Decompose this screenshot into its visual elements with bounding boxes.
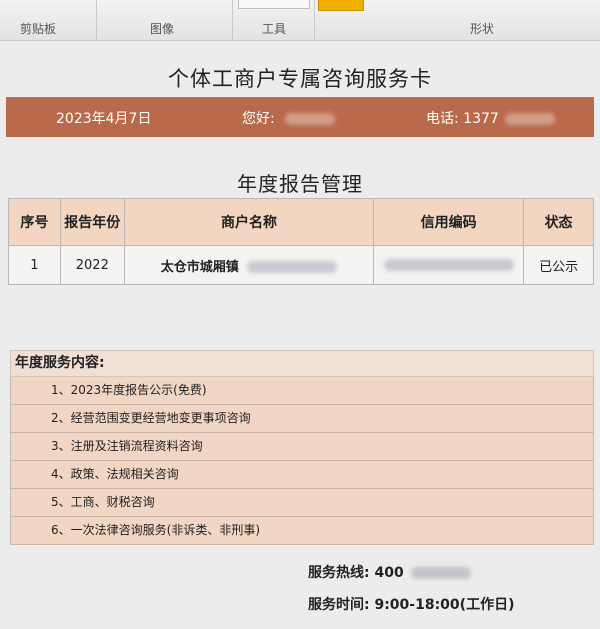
service-hotline: 服务热线: 400	[308, 562, 471, 582]
banner-phone-label: 电话:	[426, 111, 459, 127]
redacted-hotline	[410, 567, 471, 579]
ribbon-separator	[96, 0, 97, 40]
ribbon-group-image[interactable]: 图像	[150, 20, 174, 37]
banner-date: 2023年4月7日	[56, 111, 152, 127]
service-item: 1、2023年度报告公示(免费)	[10, 377, 594, 405]
table-row[interactable]: 1 2022 太仓市城厢镇 已公示	[8, 245, 594, 285]
col-header-name: 商户名称	[123, 198, 375, 246]
banner-greeting-label: 您好:	[242, 111, 275, 127]
report-section-title: 年度报告管理	[237, 172, 363, 196]
col-header-credit-code: 信用编码	[373, 198, 525, 246]
merchant-name-text: 太仓市城厢镇	[160, 259, 239, 275]
ribbon-control[interactable]	[238, 0, 310, 9]
service-item: 4、政策、法规相关咨询	[10, 461, 594, 489]
ribbon-highlighted-button[interactable]	[318, 0, 364, 11]
service-item: 6、一次法律咨询服务(非诉类、非刑事)	[10, 517, 594, 545]
card-title: 个体工商户专属咨询服务卡	[168, 67, 432, 91]
banner-phone: 电话: 1377	[426, 108, 556, 128]
ribbon-group-clipboard[interactable]: 剪贴板	[20, 20, 56, 37]
service-list-title: 年度服务内容:	[10, 350, 594, 377]
ribbon-separator	[314, 0, 315, 40]
cell-no: 1	[8, 245, 61, 285]
banner-phone-value: 1377	[463, 111, 499, 127]
col-header-status: 状态	[523, 198, 594, 246]
service-item: 2、经营范围变更经营地变更事项咨询	[10, 405, 594, 433]
col-header-no: 序号	[8, 198, 61, 246]
redacted-name	[285, 113, 336, 125]
redacted-credit-code	[383, 259, 514, 271]
hotline-text: 服务热线: 400	[308, 565, 404, 581]
redacted-merchant	[247, 261, 338, 273]
col-header-year: 报告年份	[59, 198, 125, 246]
service-list: 年度服务内容: 1、2023年度报告公示(免费) 2、经营范围变更经营地变更事项…	[10, 350, 594, 545]
redacted-phone	[505, 113, 556, 125]
info-banner: 2023年4月7日 您好: 电话: 1377	[6, 97, 594, 137]
service-hours: 服务时间: 9:00-18:00(工作日)	[308, 597, 515, 613]
ribbon-group-shapes[interactable]: 形状	[470, 20, 494, 37]
cell-year: 2022	[59, 245, 125, 285]
ribbon-separator	[232, 0, 233, 40]
service-item: 3、注册及注销流程资料咨询	[10, 433, 594, 461]
service-item: 5、工商、财税咨询	[10, 489, 594, 517]
banner-greeting: 您好:	[242, 108, 336, 128]
app-ribbon: 剪贴板 图像 工具 形状	[0, 0, 600, 41]
cell-merchant-name: 太仓市城厢镇	[123, 245, 375, 285]
document-canvas: 个体工商户专属咨询服务卡 2023年4月7日 您好: 电话: 1377 年度报告…	[0, 41, 600, 629]
table-header-row: 序号 报告年份 商户名称 信用编码 状态	[8, 198, 594, 246]
cell-credit-code	[373, 245, 525, 285]
ribbon-group-tools[interactable]: 工具	[262, 20, 286, 37]
report-table: 序号 报告年份 商户名称 信用编码 状态 1 2022 太仓市城厢镇 已公示	[8, 198, 594, 285]
cell-status: 已公示	[523, 245, 594, 285]
